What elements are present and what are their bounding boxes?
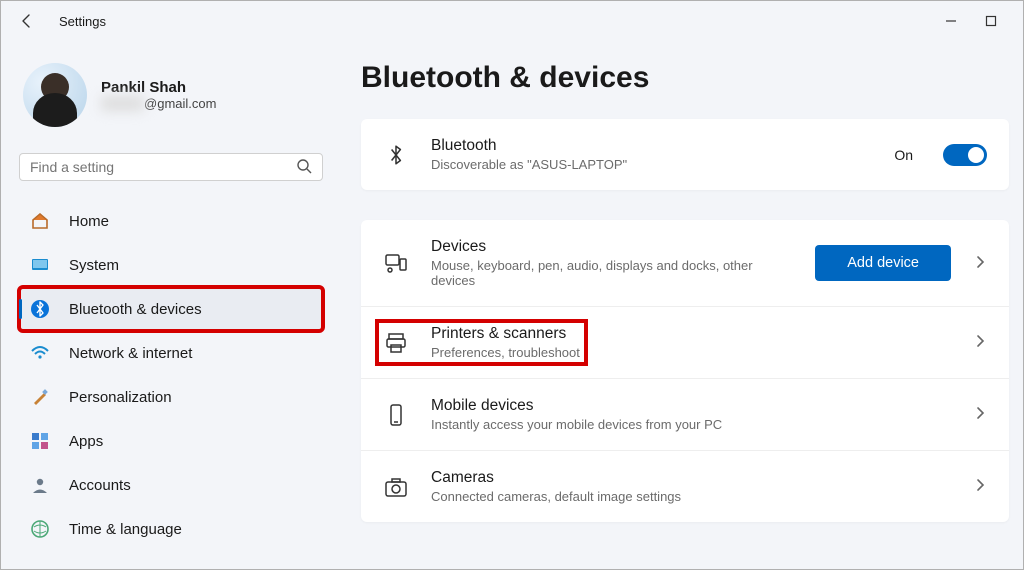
user-profile[interactable]: Pankil Shah hidden@gmail.com [19, 41, 323, 149]
card-mobile[interactable]: Mobile devices Instantly access your mob… [361, 378, 1009, 450]
sidebar-item-label: Accounts [69, 477, 131, 494]
card-subtitle: Instantly access your mobile devices fro… [431, 417, 951, 432]
maximize-button[interactable] [971, 7, 1011, 35]
minimize-button[interactable] [931, 7, 971, 35]
sidebar-item-system[interactable]: System [19, 243, 323, 287]
card-title: Cameras [431, 469, 951, 487]
card-title: Bluetooth [431, 137, 872, 155]
search-box[interactable] [19, 153, 323, 181]
user-name: Pankil Shah [101, 79, 216, 96]
sidebar-item-label: Network & internet [69, 345, 192, 362]
avatar [23, 63, 87, 127]
person-icon [29, 474, 51, 496]
card-title: Printers & scanners [431, 325, 580, 343]
mobile-icon [383, 402, 409, 428]
card-cameras[interactable]: Cameras Connected cameras, default image… [361, 450, 1009, 522]
minimize-icon [945, 15, 957, 27]
home-icon [29, 210, 51, 232]
sidebar-item-time[interactable]: Time & language [19, 507, 323, 551]
sidebar-item-accounts[interactable]: Accounts [19, 463, 323, 507]
printer-icon [383, 330, 409, 356]
chevron-right-icon [973, 478, 987, 495]
add-device-button[interactable]: Add device [815, 245, 951, 281]
chevron-right-icon [973, 255, 987, 272]
wifi-icon [29, 342, 51, 364]
main-content: Bluetooth & devices Bluetooth Discoverab… [341, 41, 1023, 569]
paintbrush-icon [29, 386, 51, 408]
nav: Home System Bluetooth & devices Network … [19, 199, 323, 551]
page-title: Bluetooth & devices [361, 61, 1009, 95]
bluetooth-toggle[interactable] [943, 144, 987, 166]
sidebar-item-network[interactable]: Network & internet [19, 331, 323, 375]
maximize-icon [985, 15, 997, 27]
chevron-right-icon [973, 406, 987, 423]
chevron-right-icon [973, 334, 987, 351]
search-icon [296, 158, 312, 177]
card-subtitle: Mouse, keyboard, pen, audio, displays an… [431, 258, 793, 288]
card-title: Devices [431, 238, 793, 256]
sidebar-item-label: Apps [69, 433, 103, 450]
sidebar-item-label: Personalization [69, 389, 172, 406]
card-printers[interactable]: Printers & scanners Preferences, trouble… [361, 306, 1009, 378]
titlebar: Settings [1, 1, 1023, 41]
sidebar-item-personalization[interactable]: Personalization [19, 375, 323, 419]
bluetooth-icon [29, 298, 51, 320]
arrow-left-icon [19, 13, 35, 29]
sidebar-item-bluetooth[interactable]: Bluetooth & devices [19, 287, 323, 331]
user-email: hidden@gmail.com [101, 96, 216, 111]
sidebar-item-label: Bluetooth & devices [69, 301, 202, 318]
back-button[interactable] [13, 7, 41, 35]
card-bluetooth: Bluetooth Discoverable as "ASUS-LAPTOP" … [361, 119, 1009, 190]
card-title: Mobile devices [431, 397, 951, 415]
bluetooth-icon [383, 142, 409, 168]
system-icon [29, 254, 51, 276]
search-input[interactable] [30, 159, 296, 175]
toggle-state-label: On [894, 147, 913, 163]
apps-icon [29, 430, 51, 452]
sidebar: Pankil Shah hidden@gmail.com Home [1, 41, 341, 569]
sidebar-item-label: Home [69, 213, 109, 230]
card-subtitle: Discoverable as "ASUS-LAPTOP" [431, 157, 872, 172]
sidebar-item-home[interactable]: Home [19, 199, 323, 243]
card-subtitle: Connected cameras, default image setting… [431, 489, 951, 504]
devices-icon [383, 250, 409, 276]
device-settings-group: Devices Mouse, keyboard, pen, audio, dis… [361, 220, 1009, 522]
card-devices[interactable]: Devices Mouse, keyboard, pen, audio, dis… [361, 220, 1009, 306]
card-subtitle: Preferences, troubleshoot [431, 345, 580, 360]
sidebar-item-label: Time & language [69, 521, 182, 538]
camera-icon [383, 474, 409, 500]
sidebar-item-apps[interactable]: Apps [19, 419, 323, 463]
sidebar-item-label: System [69, 257, 119, 274]
globe-clock-icon [29, 518, 51, 540]
window-title: Settings [59, 14, 106, 29]
